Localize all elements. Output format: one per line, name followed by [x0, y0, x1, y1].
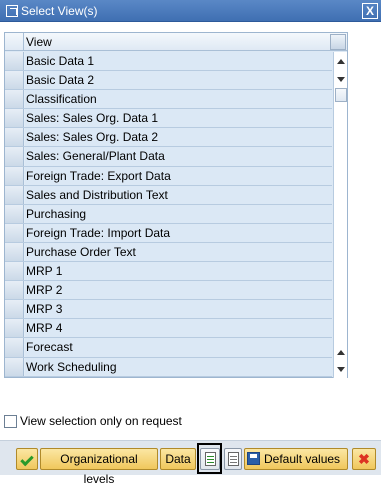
table-row[interactable]: MRP 4: [5, 319, 332, 339]
row-label: Classification: [25, 90, 332, 109]
table-row[interactable]: Sales: Sales Org. Data 1: [5, 109, 332, 129]
page-down-icon[interactable]: [337, 367, 345, 372]
window-title: Select View(s): [21, 3, 98, 18]
row-label: Sales: Sales Org. Data 1: [25, 109, 332, 128]
row-selector[interactable]: [5, 204, 24, 223]
checkmark-icon: [20, 452, 34, 467]
table-settings-icon[interactable]: [330, 34, 346, 50]
table-row[interactable]: MRP 3: [5, 300, 332, 320]
select-all-button[interactable]: [200, 448, 220, 470]
row-selector[interactable]: [5, 300, 24, 319]
views-table: View Basic Data 1 Basic Data 2 Classific…: [4, 32, 348, 378]
table-row[interactable]: MRP 2: [5, 281, 332, 301]
table-row[interactable]: Foreign Trade: Import Data: [5, 223, 332, 243]
table-row[interactable]: Basic Data 2: [5, 71, 332, 91]
row-label: Basic Data 1: [25, 52, 332, 71]
table-row[interactable]: Classification: [5, 90, 332, 110]
row-label: Sales: General/Plant Data: [25, 147, 332, 166]
default-values-label: Default values: [264, 452, 341, 466]
row-selector[interactable]: [5, 357, 24, 376]
dialog-toolbar: Organizational levels Data Default value…: [0, 440, 381, 486]
row-label: Sales: Sales Org. Data 2: [25, 128, 332, 147]
row-label: MRP 3: [25, 300, 332, 319]
select-all-icon: [204, 452, 216, 466]
window-icon: [6, 4, 18, 17]
title-bar: Select View(s) X: [0, 0, 381, 22]
view-selection-option: View selection only on request: [4, 414, 182, 428]
row-selector[interactable]: [5, 338, 24, 357]
row-selector[interactable]: [5, 166, 24, 185]
continue-button[interactable]: [16, 448, 38, 470]
row-label: MRP 4: [25, 319, 332, 338]
column-header-view[interactable]: View: [26, 35, 52, 49]
row-selector[interactable]: [5, 128, 24, 147]
scroll-down-icon[interactable]: [337, 77, 345, 82]
row-label: Basic Data 2: [25, 71, 332, 90]
view-selection-checkbox[interactable]: [4, 414, 17, 428]
table-row[interactable]: Work Scheduling: [5, 357, 332, 377]
close-button[interactable]: X: [362, 3, 378, 19]
table-row[interactable]: Foreign Trade: Export Data: [5, 166, 332, 186]
cancel-icon: ✖: [358, 451, 370, 467]
row-label: MRP 1: [25, 262, 332, 281]
save-icon: [247, 452, 260, 465]
table-row[interactable]: MRP 1: [5, 262, 332, 282]
vertical-scrollbar[interactable]: [333, 52, 347, 378]
deselect-all-icon: [227, 452, 239, 466]
default-values-button[interactable]: Default values: [244, 448, 348, 470]
row-selector[interactable]: [5, 281, 24, 300]
row-label: Work Scheduling: [25, 357, 332, 376]
row-selector[interactable]: [5, 185, 24, 204]
row-label: Forecast: [25, 338, 332, 357]
row-label: Foreign Trade: Import Data: [25, 223, 332, 242]
table-rows: Basic Data 1 Basic Data 2 Classification…: [5, 52, 332, 377]
table-row[interactable]: Sales: General/Plant Data: [5, 147, 332, 167]
row-label: Purchase Order Text: [25, 242, 332, 262]
organizational-levels-button[interactable]: Organizational levels: [40, 448, 158, 486]
scroll-up-icon[interactable]: [337, 59, 345, 64]
table-header: View: [5, 33, 347, 51]
table-row[interactable]: Sales and Distribution Text: [5, 185, 332, 205]
row-label: MRP 2: [25, 281, 332, 300]
view-selection-label: View selection only on request: [20, 414, 182, 428]
row-selector[interactable]: [5, 109, 24, 128]
row-label: Foreign Trade: Export Data: [25, 166, 332, 185]
page-up-icon[interactable]: [337, 350, 345, 355]
row-selector[interactable]: [5, 242, 24, 262]
row-selector[interactable]: [5, 71, 24, 90]
row-selector[interactable]: [5, 319, 24, 338]
row-selector[interactable]: [5, 52, 24, 71]
data-button[interactable]: Data: [160, 448, 196, 470]
select-all-cell[interactable]: [5, 33, 24, 51]
scroll-thumb[interactable]: [335, 88, 347, 102]
row-label: Sales and Distribution Text: [25, 185, 332, 204]
table-row[interactable]: Purchasing: [5, 204, 332, 224]
row-selector[interactable]: [5, 147, 24, 166]
row-label: Purchasing: [25, 204, 332, 223]
table-row[interactable]: Basic Data 1: [5, 52, 332, 72]
row-selector[interactable]: [5, 223, 24, 242]
row-selector[interactable]: [5, 262, 24, 281]
row-selector[interactable]: [5, 90, 24, 109]
cancel-button[interactable]: ✖: [352, 448, 376, 470]
deselect-all-button[interactable]: [224, 448, 242, 470]
table-row[interactable]: Forecast: [5, 338, 332, 358]
table-row[interactable]: Purchase Order Text: [5, 242, 332, 263]
table-row[interactable]: Sales: Sales Org. Data 2: [5, 128, 332, 148]
